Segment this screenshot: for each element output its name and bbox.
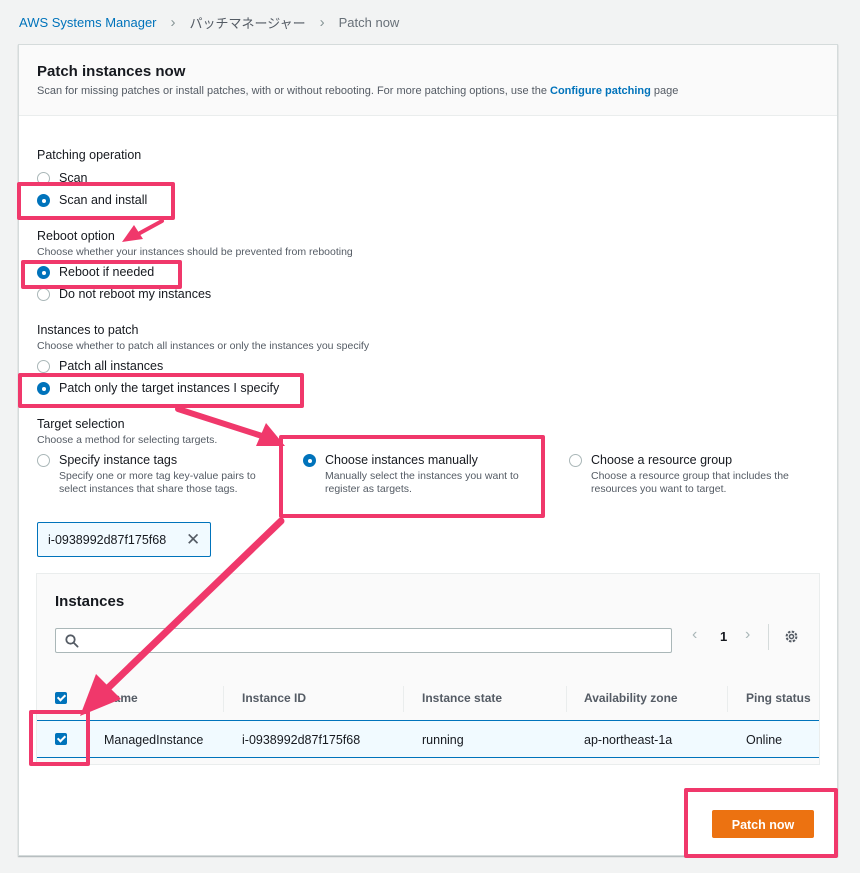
option-patch-only-target-label: Patch only the target instances I specif…	[59, 381, 280, 395]
chevron-right-icon: ›	[170, 13, 176, 31]
breadcrumb-patch-manager[interactable]: パッチマネージャー	[190, 13, 306, 32]
option-resource-group-title: Choose a resource group	[591, 453, 733, 467]
instances-to-patch-label: Instances to patch	[37, 323, 139, 337]
option-resource-group-desc-1: Choose a resource group that includes th…	[591, 470, 789, 482]
radio-choose-resource-group[interactable]	[569, 454, 582, 467]
column-header-availability-zone[interactable]: Availability zone	[584, 691, 678, 705]
chevron-right-icon: ›	[319, 13, 325, 31]
breadcrumb-systems-manager[interactable]: AWS Systems Manager	[19, 15, 157, 30]
option-specify-tags-title: Specify instance tags	[59, 453, 178, 467]
patching-operation-label: Patching operation	[37, 148, 142, 162]
table-row[interactable]: ManagedInstance i-0938992d87f175f68 runn…	[37, 720, 819, 758]
page-title: Patch instances now	[37, 63, 186, 80]
radio-scan[interactable]	[37, 172, 50, 185]
option-resource-group-desc-2: resources you want to target.	[591, 483, 727, 495]
instances-search-input[interactable]	[55, 628, 672, 653]
gear-icon[interactable]	[784, 629, 799, 644]
cell-ping-status: Online	[746, 733, 783, 747]
panel-header: Patch instances now Scan for missing pat…	[19, 45, 837, 116]
configure-patching-link[interactable]: Configure patching	[550, 85, 651, 97]
cell-instance-id: i-0938992d87f175f68	[242, 733, 361, 747]
column-divider	[223, 686, 224, 712]
selected-instance-token: i-0938992d87f175f68 ✕	[37, 522, 211, 557]
radio-do-not-reboot[interactable]	[37, 288, 50, 301]
radio-patch-only-target[interactable]	[37, 382, 50, 395]
column-header-instance-id[interactable]: Instance ID	[242, 691, 306, 705]
select-all-checkbox[interactable]	[55, 692, 67, 704]
subtitle-text-end: page	[650, 85, 679, 97]
subtitle-text: Scan for missing patches or install patc…	[37, 85, 550, 97]
option-manual-desc-2: register as targets.	[325, 483, 412, 495]
instances-to-patch-description: Choose whether to patch all instances or…	[37, 340, 370, 352]
reboot-option-label: Reboot option	[37, 229, 115, 243]
radio-specify-instance-tags[interactable]	[37, 454, 50, 467]
target-selection-description: Choose a method for selecting targets.	[37, 434, 218, 446]
option-patch-all-label: Patch all instances	[59, 359, 164, 373]
patch-now-button[interactable]: Patch now	[712, 810, 814, 838]
row-checkbox[interactable]	[55, 733, 67, 745]
option-scan-label: Scan	[59, 171, 88, 185]
radio-reboot-if-needed[interactable]	[37, 266, 50, 279]
cell-instance-state: running	[422, 733, 464, 747]
radio-choose-instances-manually[interactable]	[303, 454, 316, 467]
option-manual-desc-1: Manually select the instances you want t…	[325, 470, 519, 482]
instances-title: Instances	[55, 593, 125, 610]
radio-scan-and-install[interactable]	[37, 194, 50, 207]
option-do-not-reboot-label: Do not reboot my instances	[59, 287, 212, 301]
option-scan-and-install-label: Scan and install	[59, 193, 148, 207]
column-header-name[interactable]: Name	[105, 691, 138, 705]
option-specify-tags-desc-2: select instances that share those tags.	[59, 483, 238, 495]
instances-table: Instances ‹ 1 › Name Instance ID Instanc…	[36, 573, 820, 765]
target-selection-label: Target selection	[37, 417, 125, 431]
chevron-right-icon[interactable]: ›	[745, 626, 750, 644]
cell-name: ManagedInstance	[104, 733, 204, 747]
breadcrumb: AWS Systems Manager › パッチマネージャー › Patch …	[19, 12, 399, 32]
column-header-instance-state[interactable]: Instance state	[422, 691, 502, 705]
option-specify-tags-desc-1: Specify one or more tag key-value pairs …	[59, 470, 256, 482]
column-header-ping-status[interactable]: Ping status	[746, 691, 811, 705]
cell-availability-zone: ap-northeast-1a	[584, 733, 673, 747]
option-manual-title: Choose instances manually	[325, 453, 478, 467]
radio-patch-all[interactable]	[37, 360, 50, 373]
close-icon[interactable]: ✕	[186, 530, 200, 550]
page-number[interactable]: 1	[720, 629, 727, 644]
page-subtitle: Scan for missing patches or install patc…	[37, 85, 678, 97]
option-reboot-if-needed-label: Reboot if needed	[59, 265, 155, 279]
breadcrumb-current: Patch now	[338, 14, 400, 30]
search-icon	[65, 634, 79, 648]
pager-divider	[768, 624, 769, 650]
reboot-option-description: Choose whether your instances should be …	[37, 246, 353, 258]
column-divider	[727, 686, 728, 712]
chevron-left-icon[interactable]: ‹	[692, 626, 697, 644]
column-divider	[403, 686, 404, 712]
token-label: i-0938992d87f175f68	[48, 533, 167, 547]
column-divider	[566, 686, 567, 712]
